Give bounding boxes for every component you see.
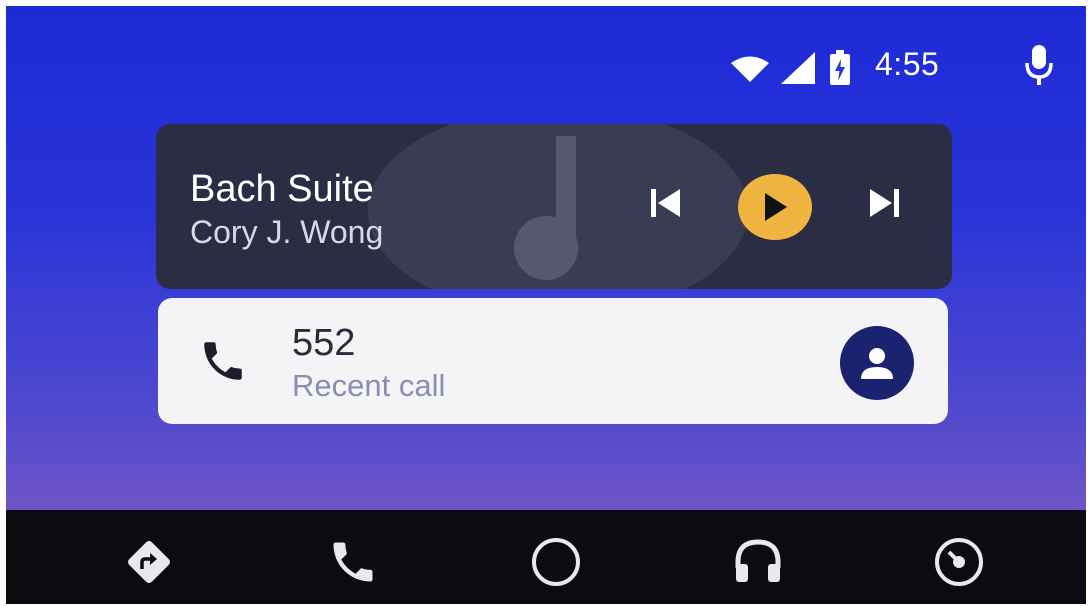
wifi-icon (731, 56, 769, 82)
call-number: 552 (292, 322, 356, 364)
home-icon (532, 538, 580, 586)
microphone-icon[interactable] (1024, 44, 1054, 86)
contact-avatar[interactable] (840, 326, 914, 400)
recent-call-card[interactable]: 552 Recent call (158, 298, 948, 424)
nav-exit-button[interactable] (929, 532, 989, 592)
phone-icon (333, 542, 373, 582)
navigation-icon (128, 541, 170, 583)
nav-audio-button[interactable] (728, 532, 788, 592)
android-auto-screen: 4:55 Bach Suite Cory J. Wong 552 Recent … (6, 6, 1086, 604)
play-icon (765, 193, 787, 221)
phone-icon (204, 342, 242, 380)
music-note-icon (514, 136, 578, 280)
clock: 4:55 (875, 46, 940, 82)
cell-signal-icon (781, 52, 815, 84)
headphones-icon (735, 539, 781, 582)
nav-phone-button[interactable] (323, 532, 383, 592)
track-title: Bach Suite (190, 168, 374, 210)
contact-person-icon (861, 348, 893, 379)
exit-gauge-icon (935, 538, 983, 586)
skip-previous-icon[interactable] (648, 186, 684, 220)
battery-charging-icon (830, 50, 850, 85)
track-artist: Cory J. Wong (190, 214, 384, 250)
navigation-bar (6, 510, 1086, 604)
nav-home-button[interactable] (526, 532, 586, 592)
call-subtitle: Recent call (292, 368, 446, 403)
status-bar: 4:55 (6, 6, 1086, 106)
nav-maps-button[interactable] (119, 532, 179, 592)
play-button[interactable] (738, 174, 812, 240)
media-card[interactable]: Bach Suite Cory J. Wong (156, 124, 952, 289)
skip-next-icon[interactable] (866, 186, 902, 220)
